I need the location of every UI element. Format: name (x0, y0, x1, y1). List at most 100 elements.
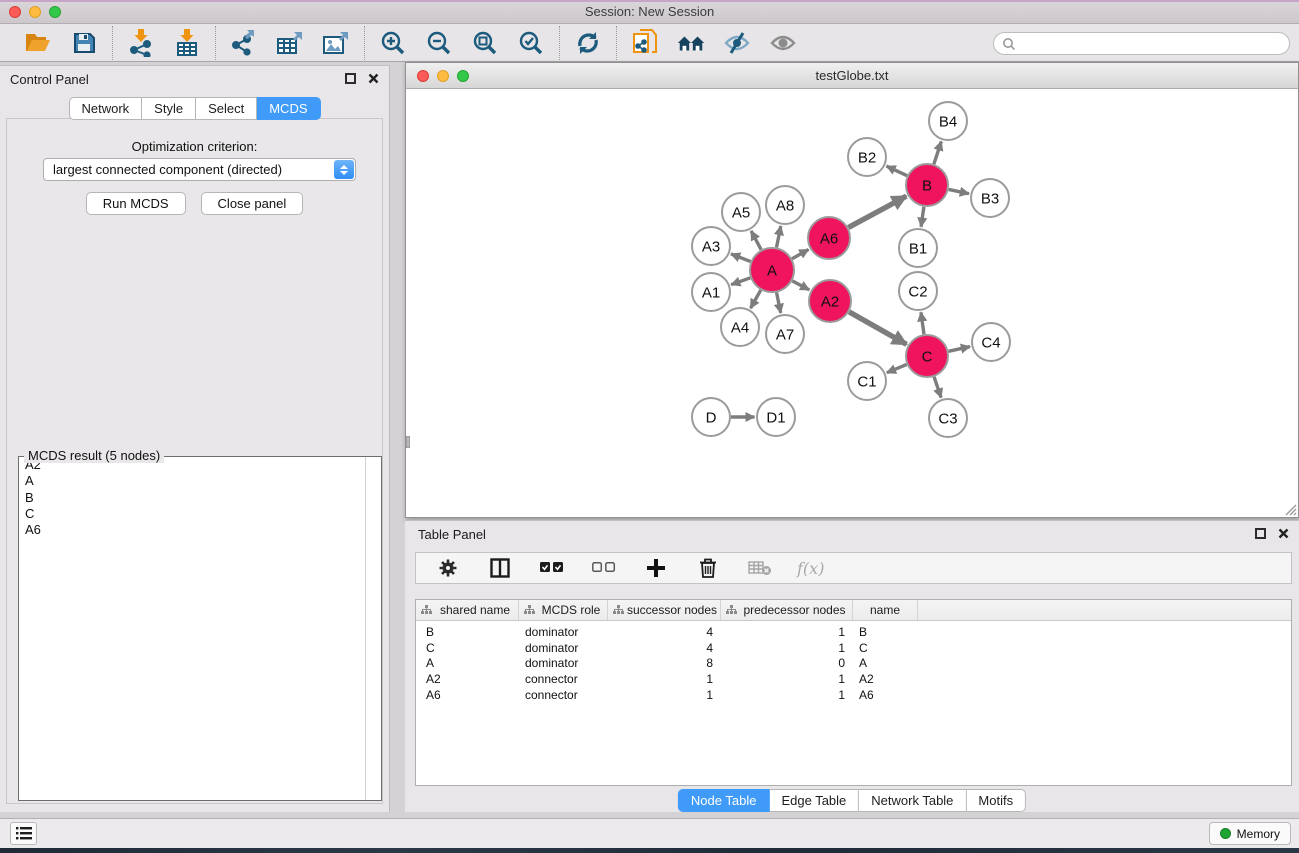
show-column-icon[interactable] (485, 553, 515, 583)
first-neighbors-icon[interactable] (676, 28, 706, 58)
graph-edge-C-C4[interactable] (948, 347, 970, 352)
tab-network-table[interactable]: Network Table (859, 789, 966, 812)
tab-edge-table[interactable]: Edge Table (769, 789, 859, 812)
graph-node-A3[interactable]: A3 (692, 227, 730, 265)
column-header-predecessor-nodes[interactable]: predecessor nodes (721, 600, 853, 620)
graph-node-A7[interactable]: A7 (766, 315, 804, 353)
column-header-MCDS-role[interactable]: MCDS role (519, 600, 608, 620)
graph-node-C2[interactable]: C2 (899, 272, 937, 310)
zoom-selected-icon[interactable] (516, 28, 546, 58)
unselect-all-columns-icon[interactable] (589, 553, 619, 583)
graph-node-B[interactable]: B (906, 164, 948, 206)
graph-node-A4[interactable]: A4 (721, 308, 759, 346)
run-mcds-button[interactable]: Run MCDS (86, 192, 186, 215)
graph-node-B3[interactable]: B3 (971, 179, 1009, 217)
graph-node-A1[interactable]: A1 (692, 273, 730, 311)
optimization-criterion-dropdown[interactable]: largest connected component (directed) (43, 158, 356, 181)
graph-node-D1[interactable]: D1 (757, 398, 795, 436)
float-panel-icon[interactable] (345, 73, 356, 84)
graph-edge-C-C1[interactable] (887, 364, 907, 372)
tab-style[interactable]: Style (142, 97, 196, 120)
graph-node-C1[interactable]: C1 (848, 362, 886, 400)
refresh-icon[interactable] (573, 28, 603, 58)
float-panel-icon[interactable] (1255, 528, 1266, 539)
import-table-icon[interactable] (172, 28, 202, 58)
graph-edge-A6-B[interactable] (848, 196, 906, 227)
export-image-icon[interactable] (321, 28, 351, 58)
table-row[interactable]: A2connector11A2 (416, 672, 1291, 688)
mcds-result-item[interactable]: A (19, 473, 381, 489)
clone-network-icon[interactable] (630, 28, 660, 58)
graph-edge-A-A7[interactable] (777, 293, 781, 313)
graph-edge-B-B4[interactable] (934, 141, 941, 164)
zoom-out-icon[interactable] (424, 28, 454, 58)
mcds-result-item[interactable]: B (19, 490, 381, 506)
minimize-window-button[interactable] (29, 6, 41, 18)
graph-edge-B-B2[interactable] (886, 166, 907, 176)
close-panel-button[interactable]: Close panel (201, 192, 304, 215)
splitter-grip[interactable] (406, 436, 410, 448)
resize-grip-icon[interactable] (1284, 503, 1297, 516)
search-field[interactable] (993, 32, 1290, 55)
export-network-icon[interactable] (229, 28, 259, 58)
import-network-icon[interactable] (126, 28, 156, 58)
search-input[interactable] (1016, 34, 1289, 53)
graph-edge-A-A4[interactable] (751, 290, 761, 308)
zoom-in-icon[interactable] (378, 28, 408, 58)
show-all-icon[interactable] (768, 28, 798, 58)
graph-edge-A-A1[interactable] (731, 278, 750, 285)
graph-node-C[interactable]: C (906, 335, 948, 377)
close-window-button[interactable] (417, 70, 429, 82)
graph-edge-A-A8[interactable] (777, 226, 781, 247)
maximize-window-button[interactable] (457, 70, 469, 82)
table-row[interactable]: Bdominator41B (416, 625, 1291, 641)
graph-node-A[interactable]: A (750, 248, 794, 292)
delete-column-icon[interactable] (693, 553, 723, 583)
tab-motifs[interactable]: Motifs (966, 789, 1026, 812)
graph-edge-A-A3[interactable] (731, 254, 751, 262)
open-file-icon[interactable] (23, 28, 53, 58)
graph-edge-A-A2[interactable] (792, 281, 809, 290)
graph-node-C4[interactable]: C4 (972, 323, 1010, 361)
network-window-titlebar[interactable]: testGlobe.txt (406, 63, 1298, 89)
graph-node-A8[interactable]: A8 (766, 186, 804, 224)
graph-edge-B-B1[interactable] (921, 207, 924, 227)
hide-selected-icon[interactable] (722, 28, 752, 58)
select-all-columns-icon[interactable] (537, 553, 567, 583)
graph-node-A5[interactable]: A5 (722, 193, 760, 231)
close-window-button[interactable] (9, 6, 21, 18)
column-header-name[interactable]: name (853, 600, 918, 620)
graph-node-B2[interactable]: B2 (848, 138, 886, 176)
graph-edge-C-C3[interactable] (934, 377, 941, 398)
zoom-fit-icon[interactable] (470, 28, 500, 58)
close-panel-icon[interactable] (1278, 528, 1289, 539)
graph-edge-C-C2[interactable] (921, 312, 924, 334)
column-header-successor-nodes[interactable]: successor nodes (608, 600, 721, 620)
maximize-window-button[interactable] (49, 6, 61, 18)
network-canvas[interactable]: B4B2BB3A5A8A6A3B1AA1C2A2A4A7C4CC1C3DD1 (406, 89, 1298, 517)
table-row[interactable]: A6connector11A6 (416, 688, 1291, 704)
mcds-result-list[interactable]: A2ABCA6 (19, 457, 381, 800)
graph-node-C3[interactable]: C3 (929, 399, 967, 437)
graph-edge-A-A6[interactable] (792, 250, 808, 259)
export-table-icon[interactable] (275, 28, 305, 58)
graph-edge-B-B3[interactable] (949, 189, 969, 193)
function-builder-icon[interactable]: f(x) (797, 559, 824, 578)
close-panel-icon[interactable] (368, 73, 379, 84)
memory-button[interactable]: Memory (1209, 822, 1291, 845)
mcds-result-item[interactable]: C (19, 506, 381, 522)
graph-node-B1[interactable]: B1 (899, 229, 937, 267)
table-row[interactable]: Cdominator41C (416, 641, 1291, 657)
table-settings-gear-icon[interactable] (433, 553, 463, 583)
create-column-icon[interactable] (641, 553, 671, 583)
mcds-result-item[interactable]: A6 (19, 522, 381, 538)
graph-edge-A-A5[interactable] (751, 231, 761, 250)
delete-table-icon[interactable] (745, 553, 775, 583)
graph-node-D[interactable]: D (692, 398, 730, 436)
scrollbar-track[interactable] (365, 457, 366, 800)
graph-node-B4[interactable]: B4 (929, 102, 967, 140)
tab-select[interactable]: Select (196, 97, 257, 120)
graph-node-A2[interactable]: A2 (809, 280, 851, 322)
tab-network[interactable]: Network (68, 97, 142, 120)
save-session-icon[interactable] (69, 28, 99, 58)
